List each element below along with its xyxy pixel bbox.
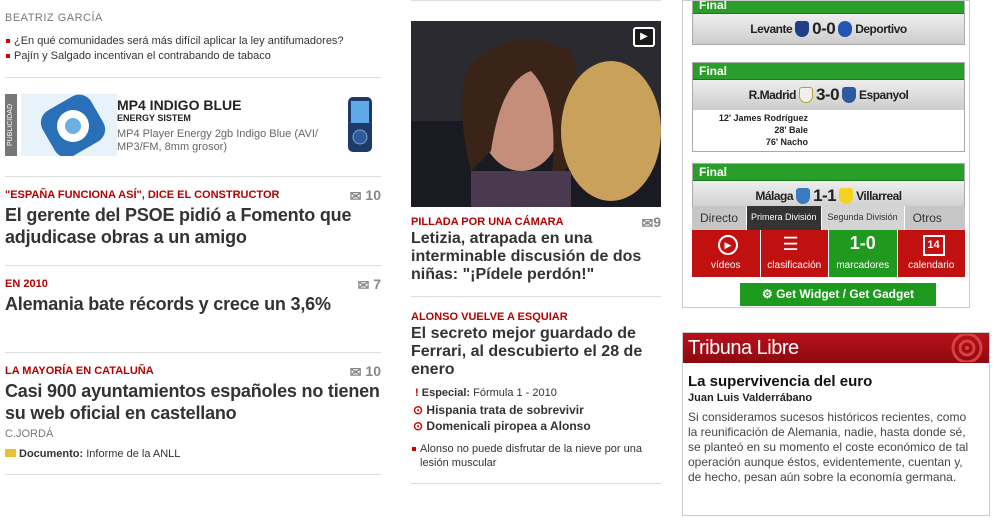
team-crest-icon	[796, 188, 811, 204]
home-team: Levante	[750, 22, 793, 36]
ad-title: MP4 INDIGO BLUE	[117, 97, 242, 113]
news-item: LA MAYORÍA EN CATALUÑA ✉ 10 Casi 900 ayu…	[5, 353, 381, 460]
team-crest-icon	[839, 188, 854, 204]
target-icon: ⊙	[413, 419, 424, 433]
team-crest-icon	[798, 87, 813, 103]
away-team: Villarreal	[856, 189, 902, 203]
match-status: Final	[693, 164, 964, 181]
home-team: Málaga	[755, 189, 794, 203]
team-crest-icon	[795, 21, 810, 37]
mp4-player-image	[21, 94, 117, 156]
headline[interactable]: Casi 900 ayuntamientos españoles no tien…	[5, 380, 381, 424]
tribuna-title: Tribuna Libre	[688, 337, 799, 359]
tab-segunda-division[interactable]: Segunda División	[821, 206, 905, 230]
calendar-button[interactable]: 14 calendario	[897, 230, 965, 277]
comment-icon: ✉	[349, 363, 362, 380]
special-link[interactable]: ! Especial: Fórmula 1 - 2010	[411, 387, 661, 399]
tab-directo[interactable]: Directo	[692, 206, 748, 230]
away-team: Espanyol	[859, 88, 909, 102]
photo-letizia	[411, 21, 661, 207]
ad-tag: PUBLICIDAD	[5, 94, 17, 156]
headline[interactable]: Letizia, atrapada en una interminable di…	[411, 230, 661, 284]
kicker: ALONSO VUELVE A ESQUIAR	[411, 311, 568, 323]
kicker: PILLADA POR UNA CÁMARA	[411, 216, 564, 228]
ad-description: MP4 Player Energy 2gb Indigo Blue (AVI/ …	[117, 128, 318, 153]
scores-button[interactable]: 1-0 marcadores	[829, 230, 898, 277]
video-thumbnail[interactable]: ▶	[411, 21, 661, 207]
tab-otros[interactable]: Otros	[904, 206, 965, 230]
tab-primera-division[interactable]: Primera División	[747, 206, 822, 230]
tribuna-header: Tribuna Libre	[683, 333, 989, 363]
match-card[interactable]: Final R.Madrid 3-0 Espanyol 12' James Ro…	[692, 62, 965, 152]
tribuna-headline[interactable]: La supervivencia del euro	[688, 373, 984, 390]
tribuna-author: Juan Luis Valderrábano	[688, 392, 813, 404]
team-crest-icon	[838, 21, 853, 37]
widget-toolbar: ▶ vídeos ☰ clasificación 1-0 marcadores …	[692, 230, 965, 277]
comment-count[interactable]: ✉ 10	[350, 187, 381, 205]
comment-icon: ✉	[357, 276, 370, 293]
kicker: EN 2010	[5, 278, 48, 290]
comment-icon: ✉	[641, 214, 654, 231]
home-team: R.Madrid	[748, 88, 797, 102]
gear-icon: ⚙	[761, 287, 773, 301]
related-link[interactable]: Pajín y Salgado incentivan el contraband…	[5, 49, 381, 63]
news-item: PILLADA POR UNA CÁMARA ✉9 Letizia, atrap…	[411, 214, 661, 284]
list-icon: ☰	[782, 234, 799, 254]
match-card[interactable]: Final Levante 0-0 Deportivo	[692, 1, 965, 45]
comment-count[interactable]: ✉ 7	[358, 276, 381, 294]
news-item: ALONSO VUELVE A ESQUIAR El secreto mejor…	[411, 311, 661, 470]
news-item: "ESPAÑA FUNCIONA ASÍ", DICE EL CONSTRUCT…	[5, 177, 381, 257]
folder-icon	[5, 449, 16, 457]
advertisement[interactable]: PUBLICIDAD MP4 INDIGO BLUE ENERGY SISTEM…	[5, 94, 381, 161]
team-crest-icon	[842, 87, 857, 103]
league-tabs: Directo Primera División Segunda Divisió…	[692, 206, 965, 230]
related-link[interactable]: ¿En qué comunidades será más difícil apl…	[5, 34, 381, 48]
scores-widget: Final Levante 0-0 Deportivo Final R.Madr…	[682, 0, 970, 308]
goal-list: 12' James Rodríguez 28' Bale 76' Nacho	[693, 110, 964, 151]
headline[interactable]: El secreto mejor guardado de Ferrari, al…	[411, 325, 661, 379]
comment-count[interactable]: ✉9	[641, 214, 661, 232]
ad-subtitle: ENERGY SISTEM	[117, 113, 191, 123]
tribuna-box: Tribuna Libre La supervivencia del euro …	[682, 332, 990, 516]
calendar-icon: 14	[922, 235, 945, 256]
scores-value: 1-0	[849, 233, 876, 253]
mp4-player-image	[348, 97, 372, 152]
match-score: 3-0	[815, 85, 840, 104]
headline[interactable]: El gerente del PSOE pidió a Fomento que …	[5, 204, 381, 248]
play-icon[interactable]: ▶	[633, 27, 655, 47]
right-column: Final Levante 0-0 Deportivo Final R.Madr…	[682, 0, 995, 516]
away-team: Deportivo	[855, 22, 907, 36]
related-link[interactable]: Alonso no puede disfrutar de la nieve po…	[411, 442, 661, 470]
related-link[interactable]: ⊙ Domenicali piropea a Alonso	[411, 419, 661, 433]
comment-icon: ✉	[349, 187, 362, 204]
match-list: Final Levante 0-0 Deportivo Final R.Madr…	[692, 1, 965, 212]
videos-button[interactable]: ▶ vídeos	[692, 230, 761, 277]
get-widget-button[interactable]: ⚙ Get Widget / Get Gadget	[740, 283, 936, 306]
comment-count[interactable]: ✉ 10	[350, 363, 381, 381]
match-status: Final	[693, 63, 964, 80]
match-status: Final	[693, 1, 964, 14]
headline[interactable]: Alemania bate récords y crece un 3,6%	[5, 293, 381, 315]
byline: C.JORDÁ	[5, 428, 54, 440]
kicker: LA MAYORÍA EN CATALUÑA	[5, 365, 154, 377]
left-column: BEATRIZ GARCÍA ¿En qué comunidades será …	[5, 0, 381, 475]
target-icon	[951, 334, 983, 362]
middle-column: ▶ PILLADA POR UNA CÁMARA ✉9 Letizia, atr…	[411, 0, 661, 484]
news-item: EN 2010 ✉ 7 Alemania bate récords y crec…	[5, 266, 381, 346]
play-icon: ▶	[718, 235, 738, 255]
match-score: 1-1	[813, 186, 837, 205]
document-link[interactable]: Documento: Informe de la ANLL	[5, 448, 381, 460]
related-link[interactable]: ⊙ Hispania trata de sobrevivir	[411, 403, 661, 417]
kicker: "ESPAÑA FUNCIONA ASÍ", DICE EL CONSTRUCT…	[5, 189, 280, 201]
tribuna-body: Si consideramos sucesos históricos recie…	[688, 410, 969, 484]
match-card[interactable]: Final Málaga 1-1 Villarreal	[692, 163, 965, 212]
match-score: 0-0	[812, 19, 836, 38]
standings-button[interactable]: ☰ clasificación	[760, 230, 829, 277]
target-icon: ⊙	[413, 403, 424, 417]
author-name: BEATRIZ GARCÍA	[5, 12, 103, 24]
exclamation-icon: !	[415, 387, 419, 399]
